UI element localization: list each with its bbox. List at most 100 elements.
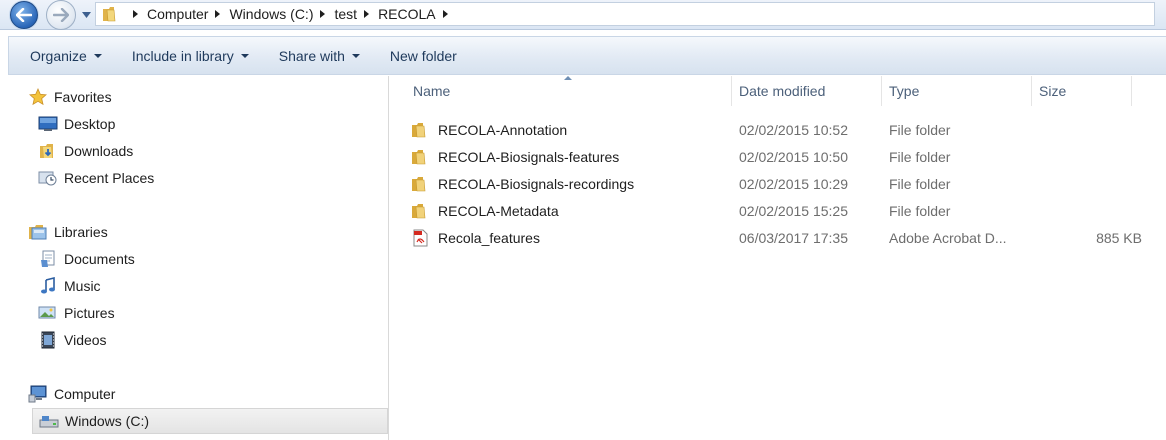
nav-item-documents-label: Documents (64, 251, 135, 267)
organize-label: Organize (30, 47, 87, 64)
file-row[interactable]: RECOLA-Metadata 02/02/2015 15:25 File fo… (410, 197, 1150, 224)
folder-icon (410, 202, 430, 220)
file-size (1070, 197, 1142, 224)
file-name-cell: RECOLA-Metadata (410, 197, 559, 224)
command-bar: Organize Include in library Share with N… (8, 36, 1166, 75)
nav-item-recent-places[interactable]: Recent Places (38, 165, 154, 191)
file-type: File folder (889, 121, 951, 138)
breadcrumb-computer[interactable]: Computer (147, 6, 208, 22)
nav-computer[interactable]: Computer (28, 381, 115, 407)
breadcrumb-separator-icon[interactable] (364, 10, 370, 18)
forward-button[interactable] (46, 0, 76, 30)
column-header-name-label: Name (413, 83, 451, 99)
nav-item-music[interactable]: Music (38, 273, 101, 299)
breadcrumb-recola[interactable]: RECOLA (378, 6, 436, 22)
nav-item-windows-c-label: Windows (C:) (65, 413, 150, 429)
file-name-cell: RECOLA-Biosignals-recordings (410, 170, 634, 197)
folder-icon (103, 7, 116, 22)
nav-item-videos[interactable]: Videos (38, 327, 107, 353)
organize-button[interactable]: Organize (21, 42, 111, 70)
breadcrumb-test[interactable]: test (334, 6, 357, 22)
chevron-down-icon (351, 54, 360, 58)
nav-item-downloads-label: Downloads (64, 143, 134, 159)
file-size (1070, 170, 1142, 197)
nav-favorites[interactable]: Favorites (28, 84, 112, 110)
pictures-icon (38, 304, 58, 322)
file-type: Adobe Acrobat D... (889, 229, 1007, 246)
nav-item-desktop[interactable]: Desktop (38, 111, 115, 137)
back-button[interactable] (10, 1, 38, 29)
videos-icon (38, 331, 58, 349)
drive-icon (39, 412, 59, 430)
navigation-pane: Favorites Desktop Downloads Recent Place… (8, 76, 389, 440)
file-date: 02/02/2015 10:52 (739, 121, 848, 138)
file-row[interactable]: RECOLA-Biosignals-recordings 02/02/2015 … (410, 170, 1150, 197)
nav-item-documents[interactable]: Documents (38, 246, 135, 272)
nav-item-downloads[interactable]: Downloads (38, 138, 133, 164)
include-in-library-label: Include in library (131, 47, 234, 64)
file-name: Recola_features (438, 229, 540, 246)
new-folder-button[interactable]: New folder (381, 42, 466, 70)
column-header-date-modified[interactable]: Date modified (731, 76, 882, 106)
file-date: 02/02/2015 10:29 (739, 175, 848, 192)
file-date: 02/02/2015 10:50 (739, 148, 848, 165)
desktop-icon (38, 115, 58, 133)
nav-item-windows-c[interactable]: Windows (C:) (32, 408, 388, 434)
folder-icon (410, 175, 430, 193)
column-header-size[interactable]: Size (1031, 76, 1132, 106)
nav-favorites-label: Favorites (54, 89, 112, 105)
file-name: RECOLA-Annotation (438, 121, 568, 138)
breadcrumb-separator-icon[interactable] (442, 10, 448, 18)
file-date: 02/02/2015 15:25 (739, 202, 848, 219)
music-icon (38, 277, 58, 295)
nav-item-recent-places-label: Recent Places (64, 170, 155, 186)
file-size (1070, 116, 1142, 143)
nav-item-pictures-label: Pictures (64, 305, 115, 321)
recent-pages-dropdown[interactable] (79, 8, 93, 22)
nav-item-videos-label: Videos (64, 332, 107, 348)
breadcrumb-separator-icon[interactable] (320, 10, 326, 18)
file-name-cell: RECOLA-Biosignals-features (410, 143, 619, 170)
include-in-library-button[interactable]: Include in library (123, 42, 258, 70)
breadcrumb-windows-c[interactable]: Windows (C:) (229, 6, 313, 22)
share-with-button[interactable]: Share with (270, 42, 369, 70)
file-name: RECOLA-Biosignals-recordings (438, 175, 635, 192)
column-header-date-label: Date modified (739, 83, 826, 99)
nav-libraries-label: Libraries (54, 224, 108, 240)
file-row[interactable]: RECOLA-Biosignals-features 02/02/2015 10… (410, 143, 1150, 170)
star-icon (28, 88, 48, 106)
arrow-right-icon (53, 8, 69, 22)
file-type: File folder (889, 175, 951, 192)
documents-icon (38, 250, 58, 268)
nav-item-pictures[interactable]: Pictures (38, 300, 115, 326)
chevron-down-icon (81, 12, 91, 18)
file-row[interactable]: Recola_features 06/03/2017 17:35 Adobe A… (410, 224, 1150, 251)
chevron-down-icon (240, 54, 249, 58)
file-name-cell: RECOLA-Annotation (410, 116, 567, 143)
arrow-left-icon (16, 8, 32, 22)
file-row[interactable]: RECOLA-Annotation 02/02/2015 10:52 File … (410, 116, 1150, 143)
chevron-down-icon (93, 54, 102, 58)
folder-icon (410, 121, 430, 139)
libraries-icon (28, 223, 48, 241)
share-with-label: Share with (278, 47, 345, 64)
nav-item-music-label: Music (64, 278, 101, 294)
new-folder-label: New folder (389, 47, 457, 64)
file-list: Name Date modified Type Size RECOLA-Anno… (390, 76, 1166, 440)
downloads-folder-icon (38, 142, 58, 160)
column-header-name[interactable]: Name (405, 76, 732, 106)
nav-libraries[interactable]: Libraries (28, 219, 108, 245)
folder-icon (410, 148, 430, 166)
file-type: File folder (889, 148, 951, 165)
column-header-type[interactable]: Type (881, 76, 1032, 106)
computer-icon (28, 385, 48, 403)
breadcrumb-separator-icon[interactable] (215, 10, 221, 18)
file-size (1070, 143, 1142, 170)
breadcrumb-separator-icon[interactable] (133, 10, 138, 18)
file-name: RECOLA-Metadata (438, 202, 559, 219)
column-header-type-label: Type (889, 83, 920, 99)
recent-places-icon (38, 169, 58, 187)
file-size: 885 KB (1096, 229, 1142, 246)
nav-computer-label: Computer (54, 386, 116, 402)
breadcrumb[interactable]: Computer Windows (C:) test RECOLA (95, 2, 1155, 26)
